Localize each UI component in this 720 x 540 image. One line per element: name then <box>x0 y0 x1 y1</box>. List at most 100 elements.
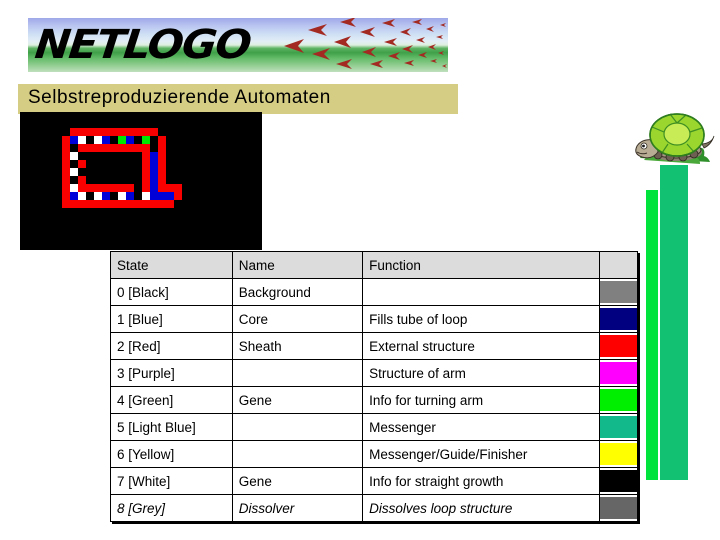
ca-cell-state-2 <box>62 136 70 144</box>
cell-function: External structure <box>362 332 601 360</box>
ca-cell-state-2 <box>158 160 166 168</box>
ca-cell-state-2 <box>166 184 174 192</box>
ca-cell-state-7 <box>70 152 78 160</box>
ca-cell-state-2 <box>62 168 70 176</box>
cell-color-swatch <box>599 332 638 360</box>
ca-cell-state-2 <box>142 160 150 168</box>
cell-state: 8 [Grey] <box>110 494 233 522</box>
ca-cell-state-2 <box>126 128 134 136</box>
ca-cell-state-2 <box>62 152 70 160</box>
ca-cell-state-1 <box>166 192 174 200</box>
color-swatch <box>600 443 637 465</box>
cell-color-swatch <box>599 440 638 468</box>
ca-cell-state-2 <box>78 144 86 152</box>
ca-cell-state-2 <box>78 184 86 192</box>
ca-cell-state-7 <box>78 136 86 144</box>
cell-state: 5 [Light Blue] <box>110 413 233 441</box>
cell-function: Fills tube of loop <box>362 305 601 333</box>
cell-state: 0 [Black] <box>110 278 233 306</box>
ca-cell-state-2 <box>118 200 126 208</box>
ca-cell-state-2 <box>110 184 118 192</box>
ca-cell-state-7 <box>78 192 86 200</box>
cell-color-swatch <box>599 386 638 414</box>
ca-cell-state-4 <box>142 136 150 144</box>
table-row: 0 [Black] Background <box>110 278 638 306</box>
cell-function: Info for turning arm <box>362 386 601 414</box>
cell-color-swatch <box>599 413 638 441</box>
ca-cell-state-1 <box>126 192 134 200</box>
cell-state: 2 [Red] <box>110 332 233 360</box>
ca-cell-state-2 <box>174 192 182 200</box>
header-function: Function <box>362 251 601 279</box>
ca-cell-state-2 <box>70 128 78 136</box>
ca-cell-state-2 <box>86 184 94 192</box>
green-bar-thin <box>646 190 658 480</box>
ca-cell-state-2 <box>94 200 102 208</box>
cell-state: 7 [White] <box>110 467 233 495</box>
color-swatch <box>600 308 637 330</box>
ca-cell-state-1 <box>150 160 158 168</box>
ca-cell-state-2 <box>62 192 70 200</box>
table-header-row: State Name Function <box>110 251 638 279</box>
ca-cell-state-2 <box>110 144 118 152</box>
ca-cell-state-2 <box>166 200 174 208</box>
ca-cell-state-7 <box>94 136 102 144</box>
header-swatch <box>599 251 638 279</box>
ca-cell-state-1 <box>102 136 110 144</box>
banner-turtle-pattern <box>284 18 447 69</box>
table-row: 5 [Light Blue] Messenger <box>110 413 638 441</box>
cell-name <box>231 413 364 441</box>
color-swatch <box>600 281 637 303</box>
ca-cell-state-2 <box>102 128 110 136</box>
ca-cell-state-2 <box>78 160 86 168</box>
ca-cell-state-2 <box>142 144 150 152</box>
ca-cell-state-2 <box>158 144 166 152</box>
ca-cell-state-2 <box>158 176 166 184</box>
page-title: Selbstreproduzierende Automaten <box>28 87 331 108</box>
cell-name: Gene <box>231 467 364 495</box>
ca-cell-state-2 <box>134 144 142 152</box>
ca-cell-state-2 <box>126 184 134 192</box>
ca-cell-state-2 <box>94 144 102 152</box>
color-swatch <box>600 497 637 519</box>
table-row: 8 [Grey] Dissolver Dissolves loop structur… <box>110 494 638 522</box>
color-swatch <box>600 335 637 357</box>
cell-name: Sheath <box>231 332 364 360</box>
ca-cell-state-2 <box>78 176 86 184</box>
cell-color-swatch <box>599 305 638 333</box>
ca-cell-state-2 <box>102 144 110 152</box>
header-state: State <box>110 251 233 279</box>
ca-cell-state-2 <box>86 128 94 136</box>
ca-cell-state-2 <box>142 152 150 160</box>
color-swatch <box>600 470 637 492</box>
cell-function: Messenger <box>362 413 601 441</box>
cell-state: 1 [Blue] <box>110 305 233 333</box>
cell-state: 4 [Green] <box>110 386 233 414</box>
ca-cell-state-4 <box>118 136 126 144</box>
langton-loop-image <box>20 112 262 250</box>
ca-cell-state-2 <box>126 144 134 152</box>
table-row: 1 [Blue] Core Fills tube of loop <box>110 305 638 333</box>
cell-color-swatch <box>599 278 638 306</box>
table-row: 7 [White] Gene Info for straight growth <box>110 467 638 495</box>
ca-cell-state-7 <box>142 192 150 200</box>
cell-name: Background <box>231 278 364 306</box>
color-swatch <box>600 389 637 411</box>
ca-cell-state-2 <box>158 200 166 208</box>
ca-cell-state-2 <box>62 176 70 184</box>
ca-cell-state-2 <box>174 184 182 192</box>
table-row: 6 [Yellow] Messenger/Guide/Finisher <box>110 440 638 468</box>
ca-cell-state-2 <box>70 200 78 208</box>
cell-name: Gene <box>231 386 364 414</box>
color-swatch <box>600 416 637 438</box>
netlogo-banner: NETLOGO <box>28 18 448 72</box>
ca-cell-state-7 <box>94 192 102 200</box>
ca-cell-state-2 <box>142 200 150 208</box>
ca-cell-state-2 <box>78 128 86 136</box>
ca-cell-state-7 <box>70 184 78 192</box>
ca-cell-state-2 <box>150 128 158 136</box>
cell-name <box>231 440 364 468</box>
cell-name <box>231 359 364 387</box>
ca-cell-state-2 <box>158 152 166 160</box>
cell-function: Info for straight growth <box>362 467 601 495</box>
